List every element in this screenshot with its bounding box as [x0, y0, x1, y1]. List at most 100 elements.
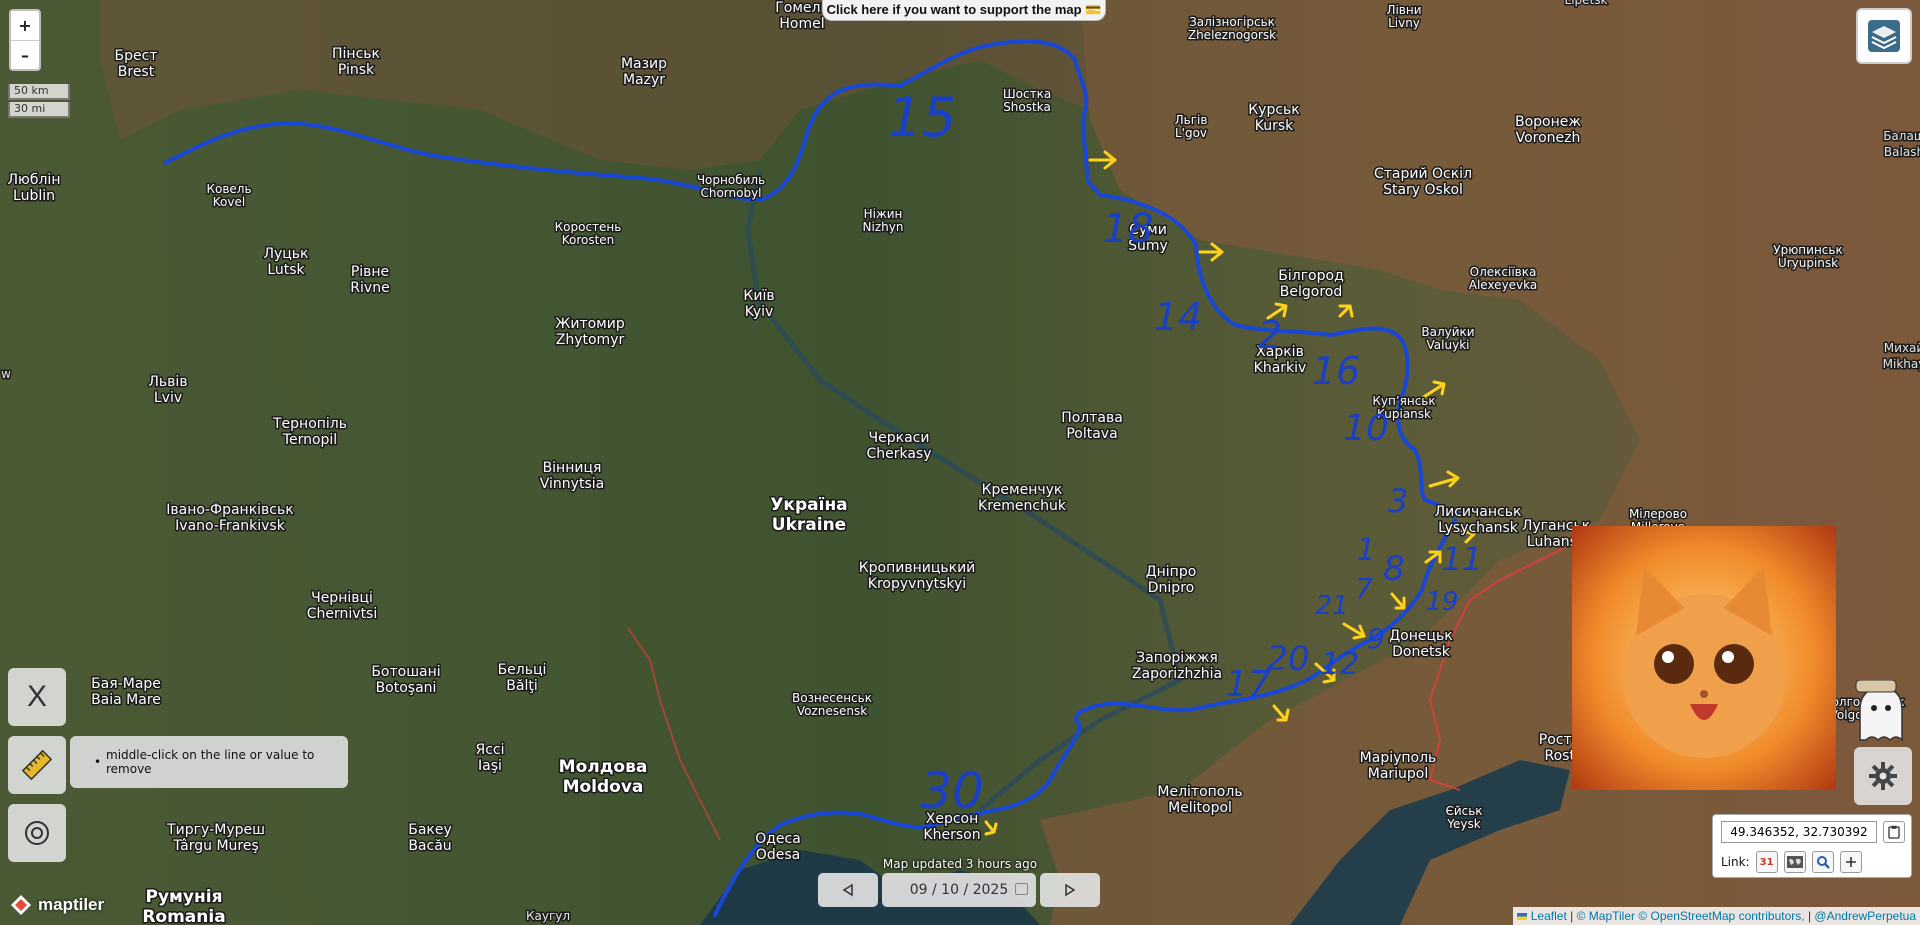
map-link-button[interactable]: [1783, 851, 1806, 873]
maptiler-logo[interactable]: maptiler: [10, 892, 104, 918]
layers-button[interactable]: [1856, 8, 1912, 64]
triangle-right-icon: [1065, 883, 1076, 897]
city-label-latin: Iaşi: [478, 758, 502, 774]
link-row: Link: 31: [1721, 851, 1862, 873]
sector-number: 14: [1154, 295, 1202, 339]
city-label-local: Коростень: [555, 220, 622, 234]
city-label-local: Бая-Маре: [91, 676, 161, 692]
maptiler-link[interactable]: © MapTiler: [1577, 909, 1635, 923]
city-label-latin: Vinnytsia: [540, 476, 604, 492]
city-label-local: Черкаси: [869, 430, 930, 446]
zoom-in-button[interactable]: +: [11, 11, 39, 40]
city-label-latin: Rivne: [350, 280, 389, 296]
city-label-local: Брест: [115, 48, 158, 64]
settings-button[interactable]: [1854, 747, 1912, 805]
add-link-button[interactable]: [1839, 851, 1862, 873]
city-label-latin: L'gov: [1175, 126, 1207, 140]
measure-button[interactable]: [8, 736, 66, 794]
osm-link[interactable]: © OpenStreetMap contributors,: [1638, 909, 1804, 923]
city-label-local: Мазир: [621, 56, 667, 72]
city-label-local: Воронеж: [1515, 114, 1581, 130]
sector-number: 30: [920, 762, 984, 820]
target-icon: [25, 821, 49, 845]
sector-number: 16: [1312, 349, 1360, 393]
zoom-link-button[interactable]: [1811, 851, 1834, 873]
calendar-picker-icon[interactable]: [1015, 883, 1028, 895]
maptiler-logo-text: maptiler: [38, 895, 105, 914]
city-label-local: Кременчук: [982, 482, 1063, 498]
city-label-local: Лівни: [1386, 3, 1421, 17]
zoom-out-button[interactable]: –: [11, 40, 39, 70]
city-label-local: Мілерово: [1629, 507, 1687, 521]
coordinates-panel: Link: 31: [1712, 814, 1912, 878]
coordinates-input[interactable]: [1721, 821, 1877, 843]
city-label-latin: Melitopol: [1168, 800, 1232, 816]
city-label-latin: Pinsk: [338, 62, 375, 78]
edge-label: Mikhay: [1883, 357, 1920, 371]
city-label-latin: Ternopil: [282, 432, 337, 448]
city-label-latin: Shostka: [1003, 100, 1051, 114]
sector-number: 17: [1225, 664, 1271, 705]
city-label-local: Вознесенськ: [792, 691, 872, 705]
plus-icon: [1845, 857, 1856, 867]
locate-button[interactable]: [8, 804, 66, 862]
city-label-latin: Kursk: [1255, 118, 1294, 134]
gear-icon: [1869, 762, 1897, 790]
date-input[interactable]: 09 / 10 / 2025: [882, 873, 1036, 907]
update-status: Map updated 3 hours ago: [882, 857, 1038, 871]
city-label-latin: Kropyvnytskyi: [868, 576, 966, 592]
city-label-local: Полтава: [1061, 410, 1123, 426]
sector-number: 1: [1356, 533, 1375, 568]
city-label-local: Люблін: [8, 172, 61, 188]
city-label-local: Маріуполь: [1360, 750, 1437, 766]
sector-number: 10: [1343, 408, 1389, 449]
sector-number: 11: [1442, 540, 1483, 578]
city-label-latin: Voznesensk: [797, 704, 867, 718]
city-label-local: Луцьк: [263, 246, 308, 262]
maptiler-logo-icon: [11, 895, 31, 915]
city-label-local: Запоріжжя: [1136, 650, 1218, 666]
city-label-local: Рівне: [351, 264, 389, 280]
city-label-latin: Lviv: [154, 390, 182, 406]
city-label-latin: Kremenchuk: [978, 498, 1067, 514]
copy-button[interactable]: [1883, 821, 1905, 843]
city-label-local: Львів: [148, 374, 187, 390]
author-link[interactable]: @AndrewPerpetua: [1814, 909, 1916, 923]
sector-number: 15: [888, 86, 957, 149]
city-label-latin: Valuyki: [1427, 338, 1470, 352]
sector-number: 20: [1266, 639, 1309, 679]
city-label-latin: Zhytomyr: [556, 332, 625, 348]
city-label-local: Урюпинськ: [1773, 243, 1842, 257]
country-label-local: Молдова: [559, 757, 648, 777]
sector-number: 2: [1258, 313, 1282, 357]
previous-date-button[interactable]: [818, 873, 878, 907]
city-label-latin: Donetsk: [1392, 644, 1451, 660]
sector-number: 8: [1383, 549, 1405, 589]
support-banner[interactable]: Click here if you want to support the ma…: [822, 0, 1106, 21]
sector-number: 7: [1355, 572, 1373, 605]
city-label-latin: Poltava: [1066, 426, 1117, 442]
clear-button[interactable]: X: [8, 668, 66, 726]
city-label-local: Бакеу: [408, 822, 452, 838]
city-label-local: Гомель: [775, 0, 828, 16]
next-date-button[interactable]: [1040, 873, 1100, 907]
leaflet-link[interactable]: Leaflet: [1531, 909, 1567, 923]
city-label-latin: Dnipro: [1148, 580, 1194, 596]
city-label-latin: Mariupol: [1368, 766, 1429, 782]
city-label-latin: Botoşani: [376, 680, 437, 696]
city-label-local: Вінниця: [543, 460, 602, 476]
city-label-latin: Odesa: [756, 847, 800, 863]
magnifier-icon: [1816, 856, 1830, 869]
city-label-latin: Cherkasy: [866, 446, 931, 462]
sector-number: 19: [1425, 587, 1458, 617]
city-label-local: Ковель: [206, 182, 251, 196]
calendar-icon: 31: [1759, 856, 1774, 868]
date-navigator: 09 / 10 / 2025: [818, 873, 1100, 907]
city-label-latin: Baia Mare: [91, 692, 161, 708]
calendar-link-button[interactable]: 31: [1755, 851, 1778, 873]
city-label-local: Купʼянськ: [1372, 394, 1435, 408]
sector-number: 9: [1367, 622, 1385, 655]
city-label-local: Київ: [743, 288, 774, 304]
city-label-latin: Kyiv: [745, 304, 774, 320]
ghost-mascot-image: [1855, 680, 1903, 742]
